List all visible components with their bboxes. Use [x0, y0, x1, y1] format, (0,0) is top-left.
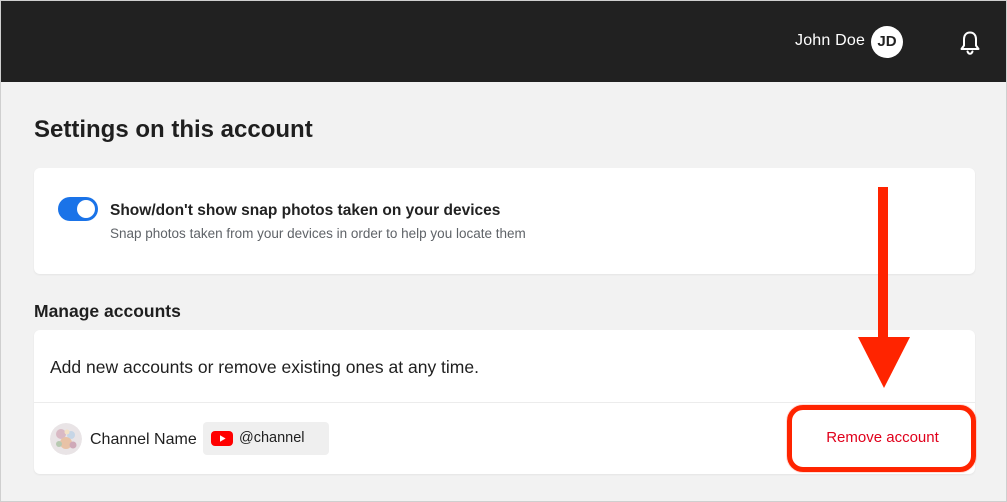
top-bar: John Doe JD	[1, 1, 1006, 82]
manage-accounts-description: Add new accounts or remove existing ones…	[50, 357, 479, 377]
app-window: John Doe JD Settings on this account Sho…	[0, 0, 1007, 502]
bell-icon[interactable]	[958, 30, 982, 56]
snap-photos-card	[34, 168, 975, 274]
remove-account-button[interactable]: Remove account	[810, 429, 955, 451]
toggle-knob	[77, 200, 95, 218]
channel-handle: @channel	[239, 430, 305, 446]
snap-photos-title: Show/don't show snap photos taken on you…	[110, 202, 501, 219]
manage-accounts-heading: Manage accounts	[34, 301, 181, 321]
page-title: Settings on this account	[34, 116, 313, 143]
user-name: John Doe	[795, 32, 866, 49]
youtube-icon	[211, 431, 233, 446]
divider	[34, 402, 975, 403]
channel-name: Channel Name	[90, 431, 197, 448]
annotation-arrow	[858, 187, 910, 388]
channel-handle-chip[interactable]: @channel	[203, 422, 329, 455]
snap-photos-toggle[interactable]	[58, 197, 98, 221]
user-avatar[interactable]: JD	[871, 26, 903, 58]
channel-avatar	[50, 423, 82, 455]
snap-photos-subtitle: Snap photos taken from your devices in o…	[110, 226, 526, 241]
